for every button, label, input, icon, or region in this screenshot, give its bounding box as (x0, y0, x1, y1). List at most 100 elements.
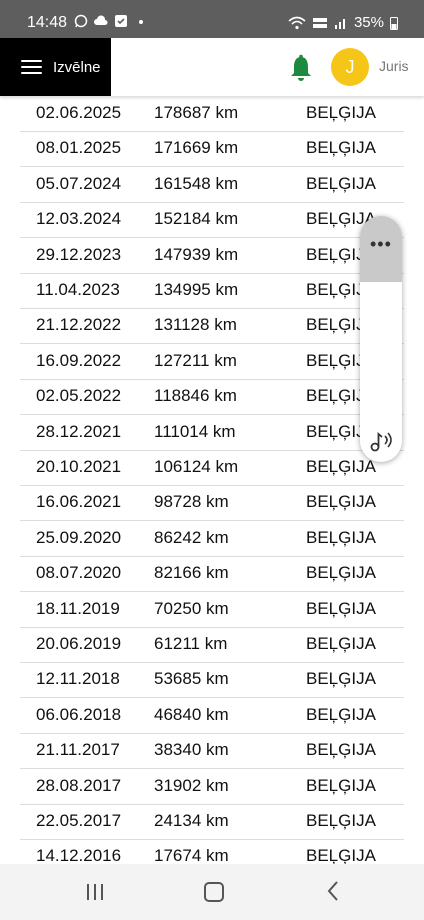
notification-icons (74, 14, 148, 28)
list-item[interactable]: 21.11.2017 38340 km BEĻĢIJA (20, 733, 404, 770)
menu-button[interactable]: Izvēlne (0, 38, 111, 96)
record-country: BEĻĢIJA (306, 740, 376, 760)
record-km: 31902 km (154, 775, 229, 795)
hamburger-icon (21, 59, 42, 75)
record-date: 02.06.2025 (36, 103, 122, 122)
record-km: 70250 km (154, 598, 229, 618)
back-icon[interactable] (326, 880, 340, 902)
status-time: 14:48 (27, 14, 68, 31)
list-item[interactable]: 12.11.2018 53685 km BEĻĢIJA (20, 662, 404, 699)
record-km: 61211 km (154, 634, 228, 653)
list-item[interactable]: 25.09.2020 86242 km BEĻĢIJA (20, 521, 404, 557)
more-icon[interactable]: ••• (370, 234, 392, 255)
whatsapp-icon (74, 14, 88, 28)
sound-assistant-icon[interactable] (368, 426, 396, 454)
record-date: 20.06.2019 (36, 634, 122, 653)
record-km: 24134 km (154, 811, 229, 830)
record-country: BEĻĢIJA (306, 103, 376, 122)
record-date: 20.10.2021 (36, 457, 122, 476)
record-date: 21.12.2022 (36, 315, 122, 335)
list-item[interactable]: 06.06.2018 46840 km BEĻĢIJA (20, 698, 404, 734)
record-country: BEĻĢIJA (306, 563, 376, 583)
app-header: Izvēlne J Juris (0, 38, 424, 96)
list-item[interactable]: 12.03.2024 152184 km BEĻĢIJA (20, 202, 404, 239)
record-date: 28.08.2017 (36, 775, 122, 795)
list-item[interactable]: 29.12.2023 147939 km BEĻĢIJA (20, 238, 404, 274)
checkbox-icon (115, 15, 127, 27)
list-item[interactable]: 14.12.2016 17674 km BEĻĢIJA (20, 839, 404, 864)
record-km: 147939 km (154, 244, 239, 264)
record-country: BEĻĢIJA (306, 598, 376, 618)
record-km: 38340 km (154, 740, 229, 760)
list-item[interactable]: 28.12.2021 111014 km BEĻĢIJA (20, 415, 404, 451)
list-item[interactable]: 22.05.2017 24134 km BEĻĢIJA (20, 804, 404, 840)
record-km: 82166 km (154, 563, 229, 583)
user-name[interactable]: Juris (379, 58, 409, 74)
record-km: 118846 km (154, 386, 237, 406)
list-item[interactable]: 02.05.2022 118846 km BEĻĢIJA (20, 379, 404, 416)
record-date: 05.07.2024 (36, 173, 122, 193)
record-date: 25.09.2020 (36, 527, 122, 547)
record-date: 08.07.2020 (36, 563, 122, 583)
record-date: 18.11.2019 (36, 598, 120, 618)
list-item[interactable]: 20.10.2021 106124 km BEĻĢIJA (20, 450, 404, 486)
list-item[interactable]: 16.06.2021 98728 km BEĻĢIJA (20, 485, 404, 522)
record-date: 08.01.2025 (36, 138, 122, 158)
system-nav-bar (0, 864, 424, 920)
record-country: BEĻĢIJA (306, 669, 376, 689)
record-date: 12.03.2024 (36, 209, 122, 229)
system-icons: 35% (288, 14, 398, 31)
record-km: 178687 km (154, 103, 239, 122)
recent-apps-icon[interactable] (87, 884, 105, 900)
list-item[interactable]: 08.07.2020 82166 km BEĻĢIJA (20, 556, 404, 593)
avatar[interactable]: J (331, 48, 369, 86)
record-date: 02.05.2022 (36, 386, 122, 406)
record-country: BEĻĢIJA (306, 138, 376, 158)
record-km: 134995 km (154, 280, 239, 299)
record-km: 152184 km (154, 209, 239, 229)
bell-icon[interactable] (288, 54, 314, 82)
record-km: 127211 km (154, 350, 237, 370)
list-item[interactable]: 18.11.2019 70250 km BEĻĢIJA (20, 592, 404, 628)
record-date: 29.12.2023 (36, 244, 122, 264)
record-country: BEĻĢIJA (306, 492, 376, 512)
record-country: BEĻĢIJA (306, 527, 376, 547)
record-km: 161548 km (154, 173, 239, 193)
floating-side-panel[interactable]: ••• (360, 216, 402, 462)
battery-percent: 35% (353, 14, 384, 31)
record-country: BEĻĢIJA (306, 775, 376, 795)
floating-panel-handle[interactable]: ••• (360, 216, 402, 282)
record-date: 14.12.2016 (36, 846, 122, 864)
record-date: 16.09.2022 (36, 350, 122, 370)
list-item[interactable]: 05.07.2024 161548 km BEĻĢIJA (20, 167, 404, 203)
record-country: BEĻĢIJA (306, 173, 376, 193)
list-item[interactable]: 11.04.2023 134995 km BEĻĢIJA (20, 273, 404, 309)
record-country: BEĻĢIJA (306, 811, 376, 830)
record-km: 86242 km (154, 527, 229, 547)
status-bar: 14:48 35% (0, 0, 424, 38)
record-date: 06.06.2018 (36, 704, 122, 724)
wifi-icon (288, 16, 306, 29)
list-item[interactable]: 20.06.2019 61211 km BEĻĢIJA (20, 627, 404, 663)
record-km: 171669 km (154, 138, 239, 158)
signal-icon (334, 18, 345, 29)
record-country: BEĻĢIJA (306, 457, 376, 476)
record-date: 21.11.2017 (36, 740, 120, 760)
record-date: 22.05.2017 (36, 811, 122, 830)
record-country: BEĻĢIJA (306, 634, 376, 653)
home-icon[interactable] (204, 882, 224, 902)
record-km: 17674 km (154, 846, 229, 864)
list-item[interactable]: 08.01.2025 171669 km BEĻĢIJA (20, 131, 404, 168)
list-item[interactable]: 21.12.2022 131128 km BEĻĢIJA (20, 308, 404, 345)
dot-icon (139, 20, 143, 24)
menu-label: Izvēlne (53, 58, 101, 76)
record-country: BEĻĢIJA (306, 846, 376, 864)
record-date: 11.04.2023 (36, 280, 120, 299)
list-item[interactable]: 16.09.2022 127211 km BEĻĢIJA (20, 344, 404, 380)
record-date: 16.06.2021 (36, 492, 122, 512)
record-country: BEĻĢIJA (306, 704, 376, 724)
list-item[interactable]: 02.06.2025 178687 km BEĻĢIJA (20, 96, 404, 132)
list-item[interactable]: 28.08.2017 31902 km BEĻĢIJA (20, 769, 404, 805)
record-km: 111014 km (154, 421, 236, 441)
record-km: 98728 km (154, 492, 229, 512)
